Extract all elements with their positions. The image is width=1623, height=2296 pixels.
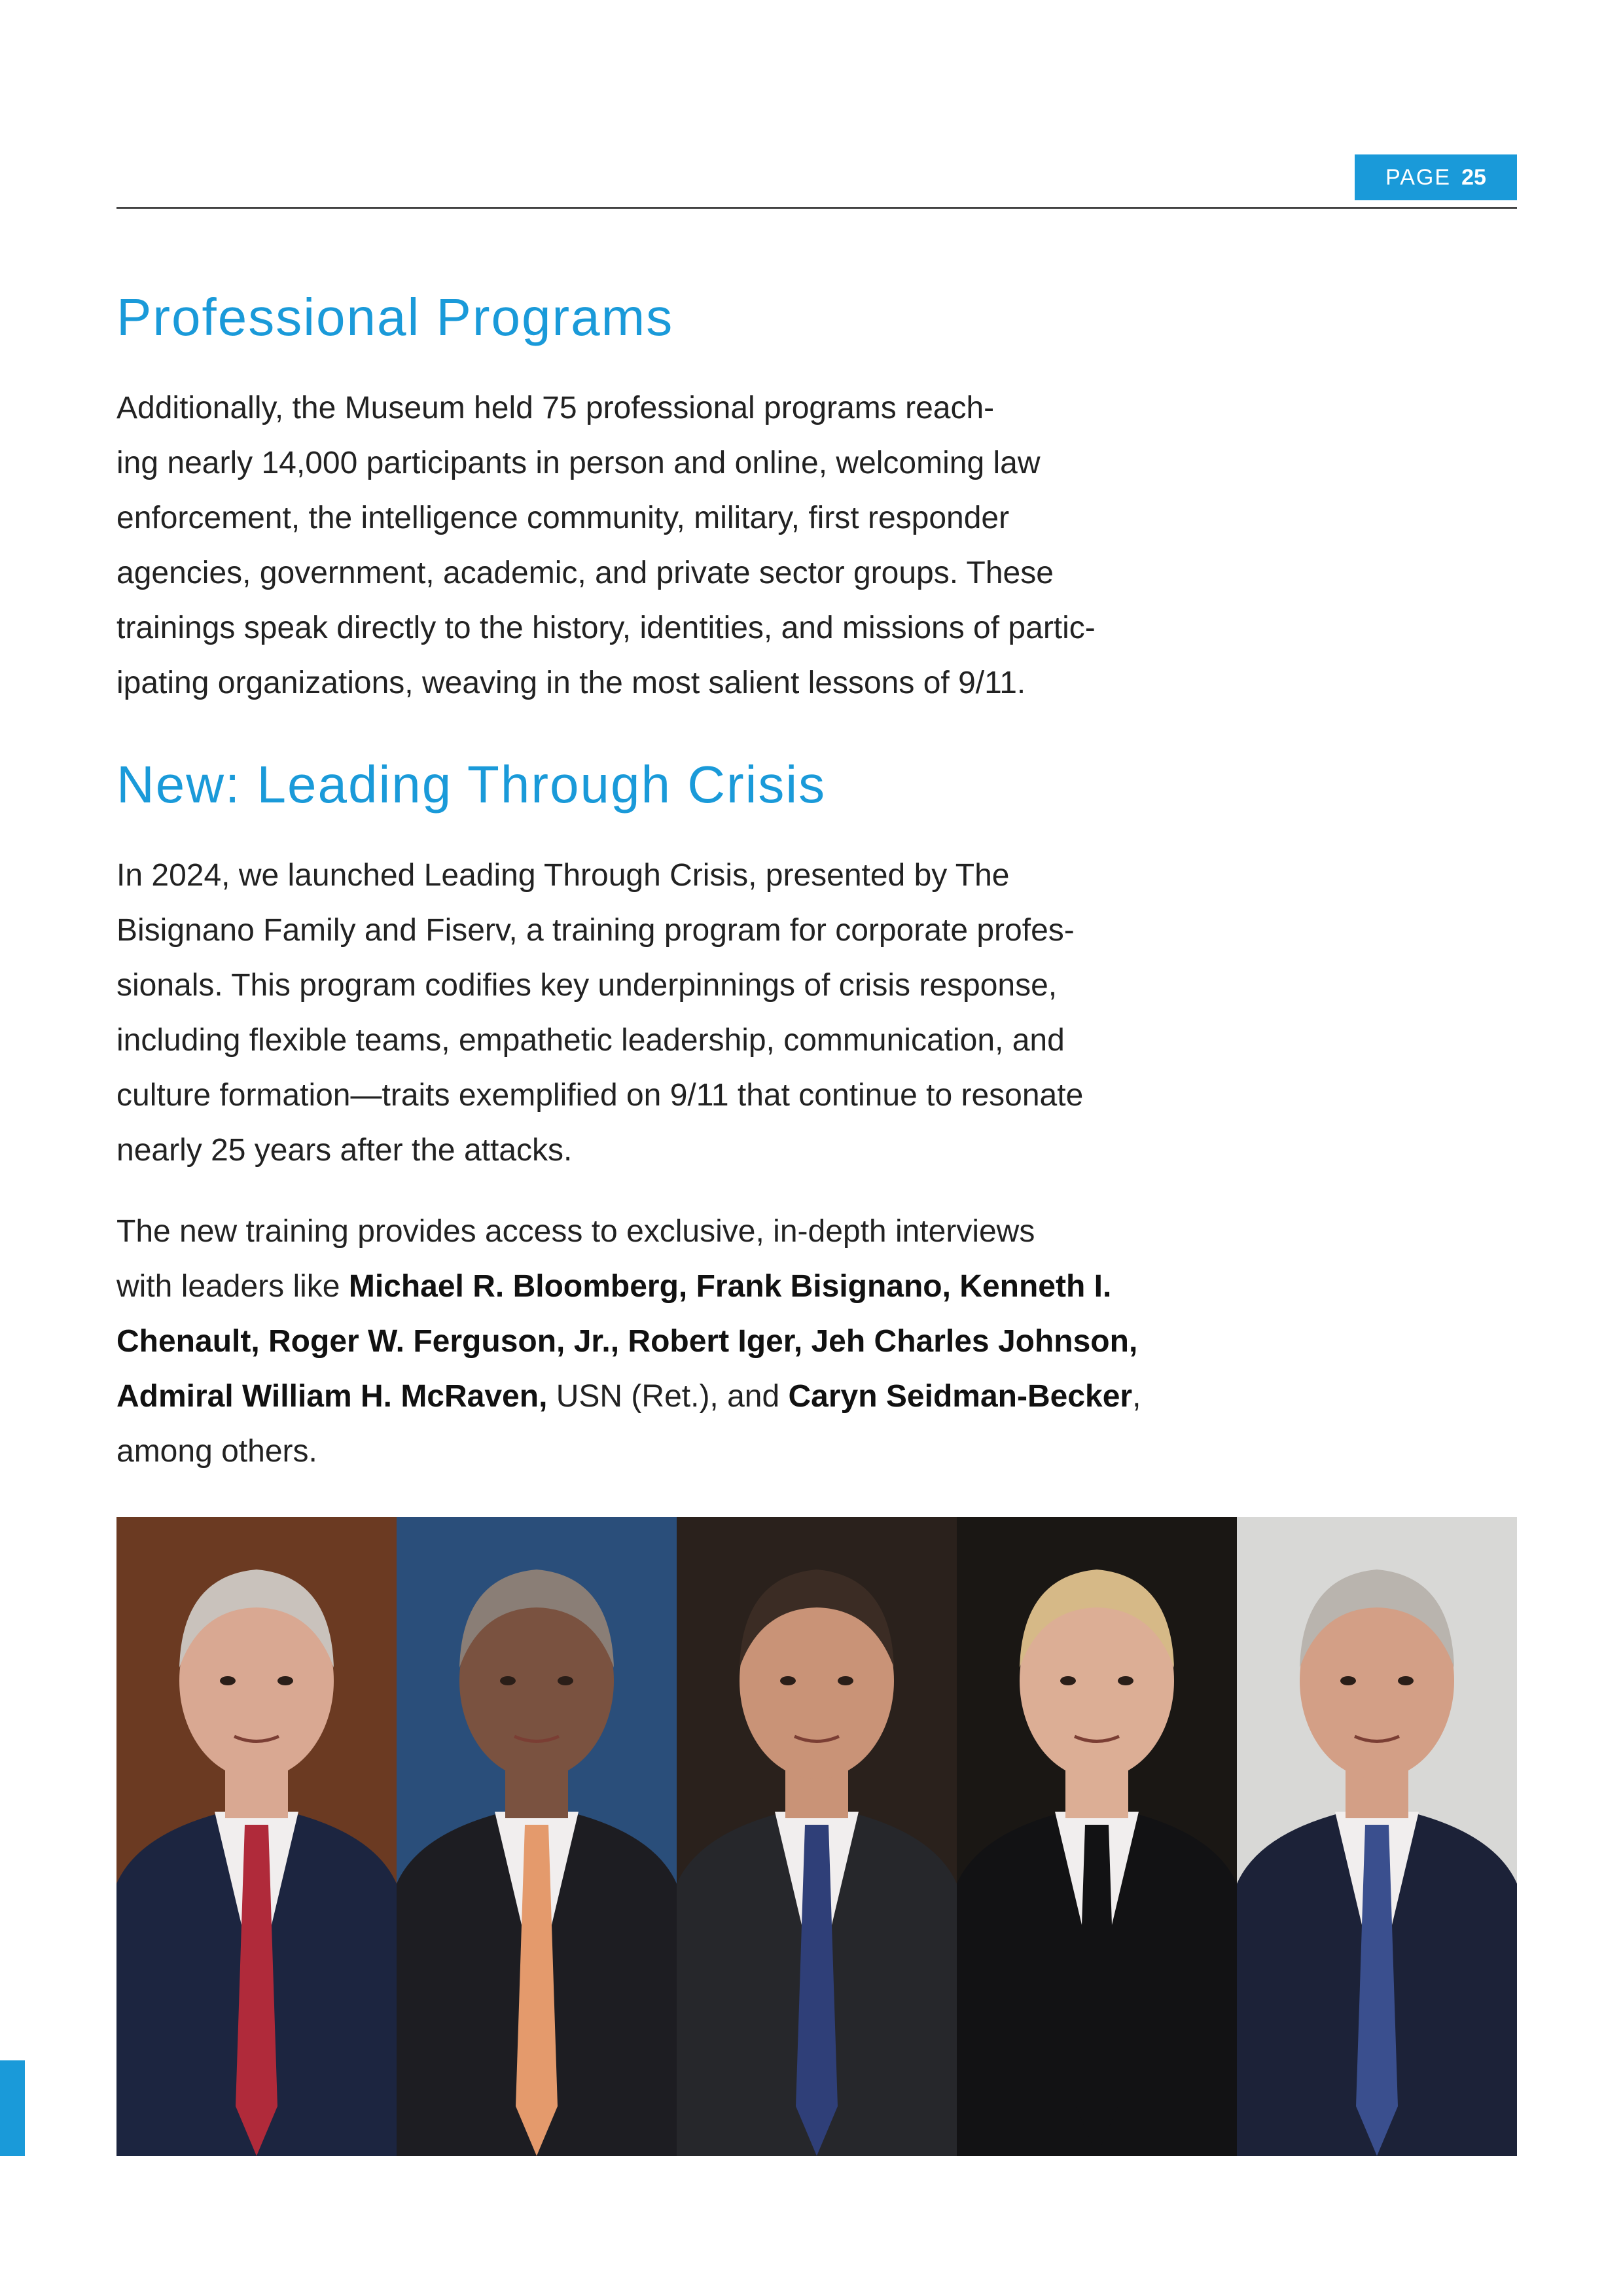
section-heading-professional-programs: Professional Programs: [116, 288, 674, 346]
text-line: Bisignano Family and Fiserv, a training …: [116, 913, 1075, 948]
portrait-photo: [957, 1517, 1237, 2156]
text-line: with leaders like Michael R. Bloomberg, …: [116, 1259, 1294, 1314]
text-line: Admiral William H. McRaven, USN (Ret.), …: [116, 1369, 1294, 1424]
text-line: including flexible teams, empathetic lea…: [116, 1023, 1065, 1058]
portrait-photo-image: [957, 1517, 1237, 2156]
text-line: culture formation—traits exemplified on …: [116, 1078, 1084, 1113]
leader-names: Chenault, Roger W. Ferguson, Jr., Robert…: [116, 1324, 1138, 1359]
text-line: agencies, government, academic, and priv…: [116, 556, 1054, 590]
page-label: PAGE: [1385, 164, 1452, 190]
portrait-photo-image: [1237, 1517, 1517, 2156]
text-line: among others.: [116, 1434, 317, 1469]
text-span: ,: [1132, 1379, 1141, 1414]
page-number: 25: [1461, 164, 1486, 190]
text-line: ing nearly 14,000 participants in person…: [116, 446, 1041, 480]
text-line: Chenault, Roger W. Ferguson, Jr., Robert…: [116, 1314, 1294, 1369]
leader-portraits-strip: [116, 1517, 1517, 2156]
text-span: USN (Ret.), and: [547, 1379, 789, 1414]
text-line: sionals. This program codifies key under…: [116, 968, 1058, 1003]
text-line: enforcement, the intelligence community,…: [116, 501, 1010, 535]
side-accent-bar: [0, 2060, 25, 2156]
portrait-photo: [677, 1517, 957, 2156]
leader-names: Caryn Seidman-Becker: [788, 1379, 1133, 1414]
text-line: ipating organizations, weaving in the mo…: [116, 666, 1026, 700]
interviews-paragraph: The new training provides access to excl…: [116, 1204, 1294, 1479]
text-line: Additionally, the Museum held 75 profess…: [116, 391, 995, 425]
portrait-photo-image: [677, 1517, 957, 2156]
page-number-tab: PAGE 25: [1355, 154, 1517, 200]
text-line: nearly 25 years after the attacks.: [116, 1133, 573, 1168]
text-line: trainings speak directly to the history,…: [116, 611, 1096, 645]
professional-programs-paragraph: Additionally, the Museum held 75 profess…: [116, 381, 1294, 711]
text-line: In 2024, we launched Leading Through Cri…: [116, 858, 1010, 893]
leading-through-crisis-paragraph: In 2024, we launched Leading Through Cri…: [116, 848, 1294, 1178]
portrait-photo: [116, 1517, 397, 2156]
portrait-photo: [1237, 1517, 1517, 2156]
main-content: Professional Programs Additionally, the …: [116, 281, 1294, 1479]
portrait-photo: [397, 1517, 677, 2156]
leader-names: Admiral William H. McRaven,: [116, 1379, 548, 1414]
portrait-photo-image: [397, 1517, 677, 2156]
leader-names: Michael R. Bloomberg, Frank Bisignano, K…: [348, 1269, 1112, 1304]
header-rule: [116, 207, 1517, 209]
portrait-photo-image: [116, 1517, 397, 2156]
text-line: The new training provides access to excl…: [116, 1214, 1035, 1249]
text-span: with leaders like: [116, 1269, 349, 1304]
section-heading-leading-through-crisis: New: Leading Through Crisis: [116, 755, 827, 814]
